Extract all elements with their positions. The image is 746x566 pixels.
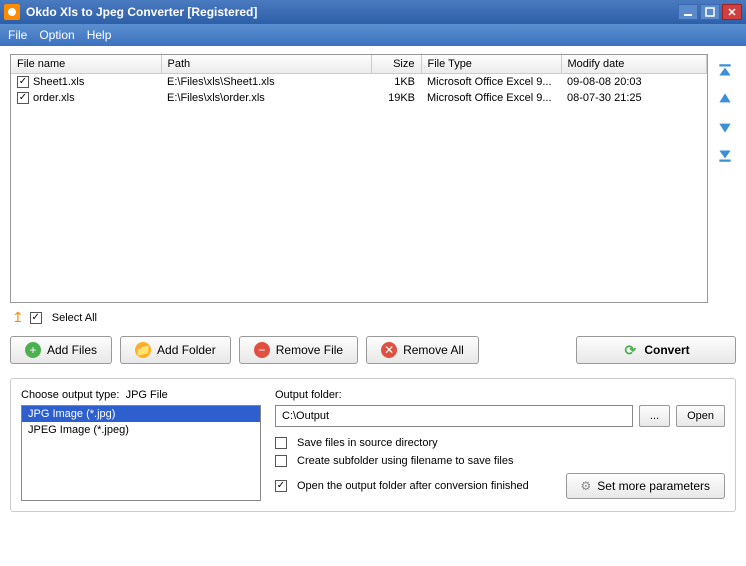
cell-type: Microsoft Office Excel 9... — [421, 74, 561, 90]
close-button[interactable] — [722, 4, 742, 20]
move-down-icon[interactable] — [716, 118, 734, 136]
move-bottom-icon[interactable] — [716, 146, 734, 164]
add-files-label: Add Files — [47, 343, 97, 357]
convert-button[interactable]: ⟳ Convert — [576, 336, 736, 364]
menu-option[interactable]: Option — [39, 28, 74, 42]
cell-modify: 09-08-08 20:03 — [561, 74, 707, 90]
up-folder-icon[interactable]: ↥ — [12, 309, 24, 326]
subfolder-label: Create subfolder using filename to save … — [297, 455, 513, 467]
subfolder-checkbox[interactable] — [275, 455, 287, 467]
move-up-icon[interactable] — [716, 90, 734, 108]
selectall-label: Select All — [52, 312, 97, 324]
convert-label: Convert — [644, 343, 689, 357]
output-type-list[interactable]: JPG Image (*.jpg)JPEG Image (*.jpeg) — [21, 405, 261, 501]
col-modify[interactable]: Modify date — [561, 55, 707, 74]
output-folder-label: Output folder: — [275, 389, 725, 401]
open-folder-button[interactable]: Open — [676, 405, 725, 427]
remove-file-button[interactable]: −Remove File — [239, 336, 358, 364]
table-row[interactable]: order.xls E:\Files\xls\order.xls 19KB Mi… — [11, 90, 707, 106]
col-filename[interactable]: File name — [11, 55, 161, 74]
output-folder-input[interactable] — [275, 405, 633, 427]
maximize-button[interactable] — [700, 4, 720, 20]
openafter-checkbox[interactable] — [275, 480, 287, 492]
browse-button[interactable]: ... — [639, 405, 670, 427]
plus-icon: + — [25, 342, 41, 358]
add-folder-label: Add Folder — [157, 343, 216, 357]
cell-modify: 08-07-30 21:25 — [561, 90, 707, 106]
cell-size: 19KB — [371, 90, 421, 106]
add-files-button[interactable]: + Add Files — [10, 336, 112, 364]
gear-icon: ⚙ — [581, 479, 592, 493]
remove-all-button[interactable]: ✕ Remove All — [366, 336, 479, 364]
save-source-label: Save files in source directory — [297, 437, 438, 449]
col-filetype[interactable]: File Type — [421, 55, 561, 74]
more-params-label: Set more parameters — [597, 479, 710, 493]
more-params-button[interactable]: ⚙ Set more parameters — [566, 473, 725, 499]
x-icon: ✕ — [381, 342, 397, 358]
output-type-item[interactable]: JPG Image (*.jpg) — [22, 406, 260, 422]
col-path[interactable]: Path — [161, 55, 371, 74]
table-row[interactable]: Sheet1.xls E:\Files\xls\Sheet1.xls 1KB M… — [11, 74, 707, 90]
remove-file-label: Remove File — [276, 343, 343, 357]
menu-file[interactable]: File — [8, 28, 27, 42]
titlebar: Okdo Xls to Jpeg Converter [Registered] — [0, 0, 746, 24]
output-type-item[interactable]: JPEG Image (*.jpeg) — [22, 422, 260, 438]
selectall-checkbox[interactable] — [30, 312, 42, 324]
remove-all-label: Remove All — [403, 343, 464, 357]
window-title: Okdo Xls to Jpeg Converter [Registered] — [26, 5, 678, 19]
menu-help[interactable]: Help — [87, 28, 112, 42]
app-icon — [4, 4, 20, 20]
cell-name: Sheet1.xls — [33, 76, 84, 88]
cell-size: 1KB — [371, 74, 421, 90]
row-checkbox[interactable] — [17, 92, 29, 104]
cell-path: E:\Files\xls\Sheet1.xls — [161, 74, 371, 90]
minimize-button[interactable] — [678, 4, 698, 20]
move-top-icon[interactable] — [716, 62, 734, 80]
save-source-checkbox[interactable] — [275, 437, 287, 449]
output-type-label: Choose output type: JPG File — [21, 389, 261, 401]
row-checkbox[interactable] — [17, 76, 29, 88]
output-type-name: JPG File — [126, 389, 168, 401]
minus-icon: − — [254, 342, 270, 358]
openafter-label: Open the output folder after conversion … — [297, 480, 529, 492]
add-folder-button[interactable]: 📁 Add Folder — [120, 336, 231, 364]
cell-name: order.xls — [33, 92, 75, 104]
folder-icon: 📁 — [135, 342, 151, 358]
convert-icon: ⟳ — [622, 342, 638, 358]
cell-path: E:\Files\xls\order.xls — [161, 90, 371, 106]
col-size[interactable]: Size — [371, 55, 421, 74]
menubar: File Option Help — [0, 24, 746, 46]
file-table: File name Path Size File Type Modify dat… — [10, 54, 708, 303]
cell-type: Microsoft Office Excel 9... — [421, 90, 561, 106]
reorder-controls — [714, 54, 736, 303]
